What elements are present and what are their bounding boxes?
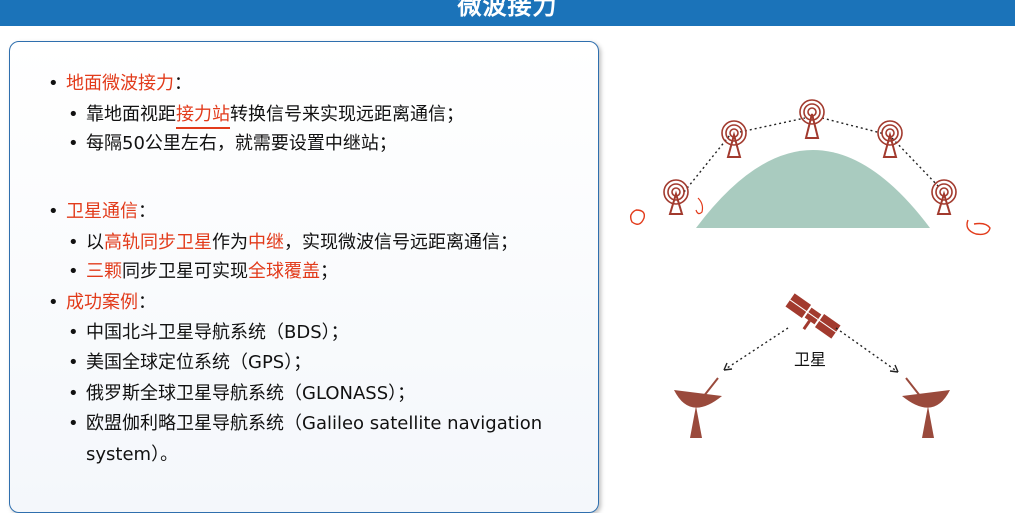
scribble-mark: [629, 209, 646, 225]
satellite-icon: [785, 293, 841, 339]
tower-icon: [931, 179, 957, 215]
content-card: • 地面微波接力： • 靠地面视距接力站转换信号来实现远距离通信； • 每隔50公里左…: [9, 41, 599, 513]
scribble-mark: [966, 219, 991, 236]
tower-icon: [877, 120, 903, 158]
title-bar: 微波接力: [0, 0, 1015, 26]
page-title: 微波接力: [457, 0, 558, 20]
list-item-continuation: system）。: [86, 444, 179, 465]
list-item: • 以高轨同步卫星作为中继，实现微波信号远距离通信；: [68, 232, 518, 253]
list-item: • 中国北斗卫星导航系统（BDS）；: [68, 322, 349, 343]
section-heading-satellite: • 卫星通信：: [48, 201, 156, 222]
list-item: • 欧盟伽利略卫星导航系统（Galileo satellite navigatio…: [68, 413, 543, 434]
list-item: • 靠地面视距接力站转换信号来实现远距离通信；: [68, 104, 464, 125]
dish-antenna-icon: [902, 377, 950, 438]
relay-diagram: 卫星: [629, 99, 991, 438]
section-heading-cases: • 成功案例：: [48, 292, 156, 313]
tower-icon: [663, 179, 689, 215]
list-item: • 美国全球定位系统（GPS）；: [68, 352, 312, 373]
earth-dome-shape: [696, 150, 930, 228]
list-item: • 俄罗斯全球卫星导航系统（GLONASS）；: [68, 383, 416, 404]
scribble-mark: [695, 197, 704, 215]
list-item: • 三颗同步卫星可实现全球覆盖；: [68, 261, 338, 282]
satellite-label: 卫星: [794, 350, 826, 369]
bullet: •: [48, 73, 59, 94]
dish-antenna-icon: [674, 377, 722, 438]
list-item: • 每隔50公里左右，就需要设置中继站；: [68, 133, 397, 154]
tower-icon: [721, 120, 747, 158]
section-heading-terrestrial: • 地面微波接力：: [48, 73, 192, 94]
tower-icon: [799, 99, 825, 139]
